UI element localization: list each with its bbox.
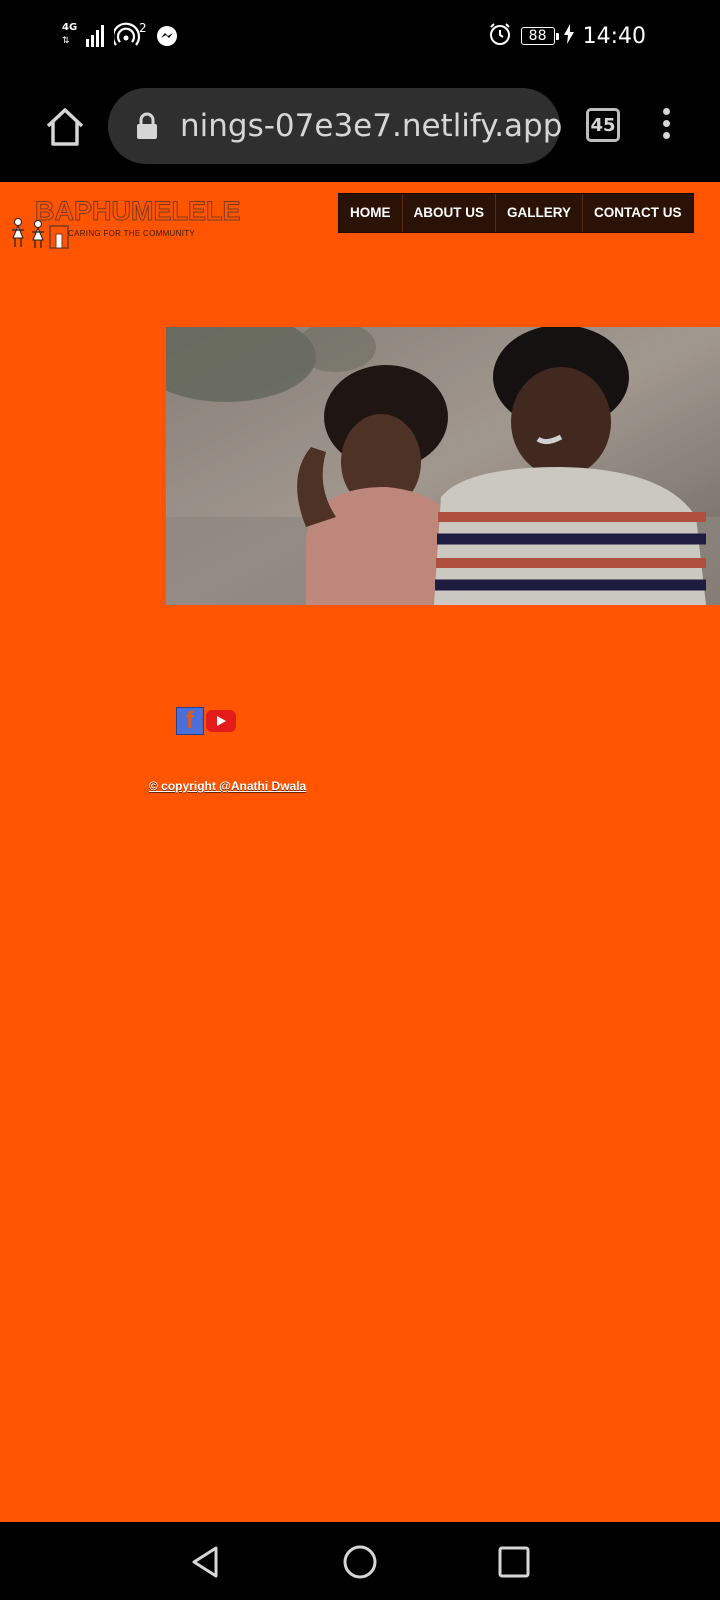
messenger-icon xyxy=(156,25,178,47)
status-bar: 4G ⇅ 2 88 14:40 xyxy=(0,0,720,72)
status-left: 4G ⇅ 2 xyxy=(62,20,178,52)
battery-level: 88 xyxy=(528,28,547,44)
url-text: nings-07e3e7.netlify.app xyxy=(180,108,563,144)
nav-about-us[interactable]: ABOUT US xyxy=(403,194,496,232)
facebook-icon[interactable]: f xyxy=(176,707,204,735)
nav-contact-us[interactable]: CONTACT US xyxy=(583,194,693,232)
network-type-label: 4G xyxy=(62,22,78,33)
charging-icon xyxy=(563,23,574,49)
logo-tagline: CARING FOR THE COMMUNITY xyxy=(68,229,196,238)
copyright-link[interactable]: © copyright @Anathi Dwala xyxy=(149,779,306,793)
hotspot-count: 2 xyxy=(139,22,147,35)
hero-image xyxy=(166,327,720,605)
site-logo[interactable]: BAPHUMELELE CARING FOR THE COMMUNITY xyxy=(8,196,241,252)
home-icon[interactable] xyxy=(42,104,88,150)
status-right: 88 14:40 xyxy=(488,18,646,54)
lock-icon xyxy=(136,112,158,145)
data-arrows-icon: ⇅ xyxy=(62,36,70,46)
browser-toolbar: nings-07e3e7.netlify.app 45 xyxy=(0,72,720,182)
menu-dots-icon[interactable] xyxy=(656,108,676,144)
social-links: f xyxy=(176,707,236,735)
address-bar[interactable]: nings-07e3e7.netlify.app xyxy=(108,88,563,164)
system-nav-bar xyxy=(0,1522,720,1600)
back-icon[interactable] xyxy=(186,1542,226,1582)
signal-icon xyxy=(86,25,106,47)
network-type: 4G ⇅ xyxy=(62,23,78,49)
battery-icon: 88 xyxy=(520,27,559,45)
web-page: BAPHUMELELE CARING FOR THE COMMUNITY HOM… xyxy=(0,182,720,1522)
nav-gallery[interactable]: GALLERY xyxy=(496,194,583,232)
youtube-icon[interactable] xyxy=(206,710,236,732)
hotspot-icon: 2 xyxy=(114,22,148,50)
home-circle-icon[interactable] xyxy=(340,1542,380,1582)
main-nav: HOME ABOUT US GALLERY CONTACT US xyxy=(338,193,694,233)
recents-icon[interactable] xyxy=(494,1542,534,1582)
alarm-icon xyxy=(488,22,512,51)
logo-text: BAPHUMELELE xyxy=(35,196,242,227)
nav-home[interactable]: HOME xyxy=(339,194,403,232)
tab-switcher-button[interactable]: 45 xyxy=(586,108,620,142)
clock: 14:40 xyxy=(582,23,646,49)
